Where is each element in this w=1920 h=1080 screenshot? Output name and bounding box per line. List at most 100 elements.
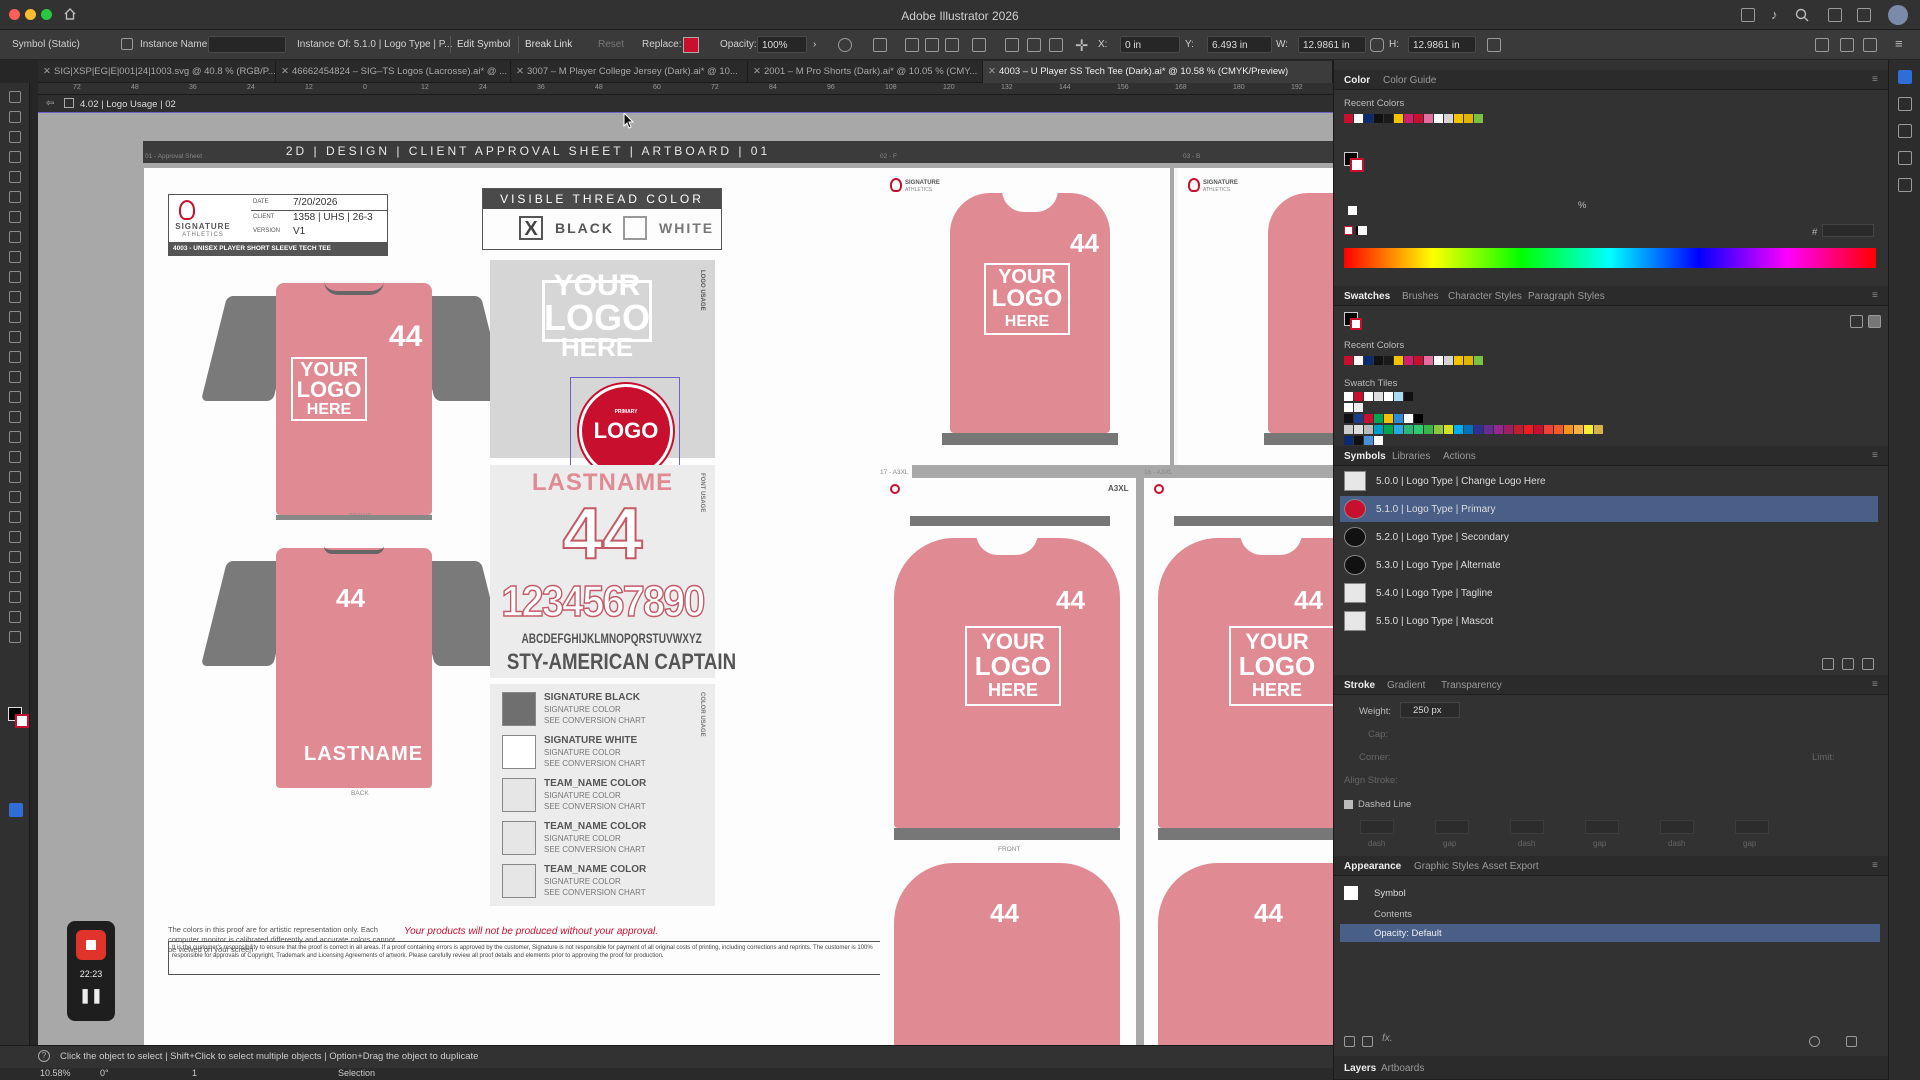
scale-tool-icon[interactable] xyxy=(9,351,21,363)
grid-view-icon[interactable] xyxy=(1868,315,1881,328)
recent-color-swatch[interactable] xyxy=(1474,356,1483,365)
panel-menu-icon[interactable]: ≡ xyxy=(1872,679,1878,690)
recent-color-swatch[interactable] xyxy=(1354,356,1363,365)
symbol-item[interactable]: 5.4.0 | Logo Type | Tagline xyxy=(1340,580,1878,606)
opacity-input[interactable]: 100% xyxy=(757,36,807,53)
recent-color-swatch[interactable] xyxy=(1414,114,1423,123)
tab-document-4[interactable]: ✕ 2001 – M Pro Shorts (Dark).ai* @ 10.05 … xyxy=(748,61,983,83)
slice-tool-icon[interactable] xyxy=(9,591,21,603)
symbol-item[interactable]: 5.3.0 | Logo Type | Alternate xyxy=(1340,552,1878,578)
new-fill-icon[interactable] xyxy=(1362,1036,1373,1047)
recent-color-swatch[interactable] xyxy=(1414,356,1423,365)
color-spectrum[interactable] xyxy=(1344,248,1876,268)
swatch-tile[interactable] xyxy=(1344,436,1353,445)
replace-symbol-swatch[interactable] xyxy=(683,37,699,53)
reset-button[interactable]: Reset xyxy=(592,36,630,53)
panels-icon[interactable] xyxy=(1857,8,1871,22)
tab-graphic-styles[interactable]: Graphic Styles xyxy=(1414,861,1479,872)
swatch-tile[interactable] xyxy=(1374,425,1383,434)
panel-menu-icon[interactable]: ≡ xyxy=(1872,860,1878,871)
front-shirt-mockup[interactable]: YOUR LOGO HERE 44 xyxy=(194,278,514,520)
magnet-icon[interactable] xyxy=(1863,38,1877,52)
x-input[interactable]: 0 in xyxy=(1120,36,1180,53)
tab-document-5[interactable]: ✕ 4003 – U Player SS Tech Tee (Dark).ai* … xyxy=(983,61,1333,83)
link-icon[interactable] xyxy=(1370,38,1384,52)
recent-color-swatch[interactable] xyxy=(1344,114,1353,123)
align-right-icon[interactable] xyxy=(945,38,959,52)
pause-icon[interactable]: ❚❚ xyxy=(67,987,115,1004)
horizontal-ruler[interactable]: 72 48 36 24 12 0 12 24 36 48 60 72 84 96 108 120 132 144 1… xyxy=(38,83,1333,95)
swatch-tile[interactable] xyxy=(1434,425,1443,434)
back-arrow-icon[interactable]: ⇦ xyxy=(46,98,54,109)
recent-color-swatch[interactable] xyxy=(1424,356,1433,365)
chevron-right-icon[interactable]: › xyxy=(813,39,816,50)
swatch-tile[interactable] xyxy=(1354,414,1363,423)
clear-appearance-icon[interactable] xyxy=(1809,1036,1820,1047)
tab-appearance[interactable]: Appearance xyxy=(1344,861,1401,872)
align-middle-icon[interactable] xyxy=(1005,38,1019,52)
stroke-color-icon[interactable] xyxy=(15,714,29,728)
swatch-tile[interactable] xyxy=(1364,414,1373,423)
artboard-16-a3xl[interactable]: YOUR LOGO HERE 44 44 xyxy=(1144,478,1333,1045)
swatch-tile[interactable] xyxy=(1344,392,1353,401)
swatch-tile[interactable] xyxy=(1384,414,1393,423)
h-input[interactable]: 12.9861 in xyxy=(1408,36,1476,53)
recolor-icon[interactable] xyxy=(838,38,852,52)
stop-recording-button[interactable] xyxy=(76,930,106,960)
tab-color-guide[interactable]: Color Guide xyxy=(1383,75,1436,86)
curvature-tool-icon[interactable] xyxy=(9,191,21,203)
screen-recording-widget[interactable]: 22:23 ❚❚ xyxy=(67,921,115,1021)
dash-input[interactable] xyxy=(1585,820,1619,834)
edit-symbol-button[interactable]: Edit Symbol xyxy=(450,36,516,53)
swatch-tile[interactable] xyxy=(1414,414,1423,423)
swatch-tile[interactable] xyxy=(1564,425,1573,434)
tab-gradient[interactable]: Gradient xyxy=(1387,680,1425,691)
tab-document-1[interactable]: ✕ SIG|XSP|EG|E|001|24|1003.svg @ 40.8 % (… xyxy=(38,61,276,83)
recent-color-swatch[interactable] xyxy=(1464,356,1473,365)
swatch-tile[interactable] xyxy=(1354,425,1363,434)
selection-tool-icon[interactable] xyxy=(9,91,21,103)
recent-color-swatch[interactable] xyxy=(1354,114,1363,123)
recent-color-swatch[interactable] xyxy=(1364,114,1373,123)
delete-symbol-icon[interactable] xyxy=(1862,658,1874,670)
symbol-options-icon[interactable] xyxy=(1822,658,1834,670)
reference-point-icon[interactable]: ✛ xyxy=(1075,36,1088,56)
swatch-tile[interactable] xyxy=(1394,425,1403,434)
swatch-tile[interactable] xyxy=(1594,425,1603,434)
swatch-tile[interactable] xyxy=(1384,392,1393,401)
panel-menu-icon[interactable]: ≡ xyxy=(1872,290,1878,301)
recent-color-swatch[interactable] xyxy=(1374,114,1383,123)
dash-input[interactable] xyxy=(1360,820,1394,834)
eraser-tool-icon[interactable] xyxy=(9,311,21,323)
stroke-swatch[interactable] xyxy=(1350,318,1362,330)
tab-layers[interactable]: Layers xyxy=(1344,1063,1376,1074)
free-transform-tool-icon[interactable] xyxy=(9,391,21,403)
align-bottom-icon[interactable] xyxy=(1027,38,1041,52)
recent-color-swatch[interactable] xyxy=(1394,356,1403,365)
zoom-tool-icon[interactable] xyxy=(9,631,21,643)
artboard-03-back[interactable]: SIGNATURE ATHLETICS xyxy=(1178,168,1333,465)
symbol-item[interactable]: 5.0.0 | Logo Type | Change Logo Here xyxy=(1340,468,1878,494)
hand-tool-icon[interactable] xyxy=(9,611,21,623)
panel-menu-icon[interactable]: ≡ xyxy=(1872,450,1878,461)
dash-input[interactable] xyxy=(1510,820,1544,834)
symbol-item[interactable]: 5.5.0 | Logo Type | Mascot xyxy=(1340,608,1878,634)
recent-color-swatch[interactable] xyxy=(1384,356,1393,365)
tab-artboards[interactable]: Artboards xyxy=(1381,1063,1424,1074)
tab-paragraph-styles[interactable]: Paragraph Styles xyxy=(1528,291,1605,302)
rectangle-tool-icon[interactable] xyxy=(9,251,21,263)
menu-icon[interactable]: ≡ xyxy=(1895,36,1903,51)
pen-tool-icon[interactable] xyxy=(9,171,21,183)
distribute-icon[interactable] xyxy=(1049,38,1063,52)
swatch-tile[interactable] xyxy=(1534,425,1543,434)
swatch-tile[interactable] xyxy=(1344,425,1353,434)
recent-color-swatch[interactable] xyxy=(1344,356,1353,365)
symbol-item[interactable]: 5.2.0 | Logo Type | Secondary xyxy=(1340,524,1878,550)
avatar[interactable] xyxy=(1888,5,1908,25)
swatch-tile[interactable] xyxy=(1404,425,1413,434)
mesh-tool-icon[interactable] xyxy=(9,451,21,463)
white-chip[interactable] xyxy=(1348,206,1357,215)
tab-stroke[interactable]: Stroke xyxy=(1344,680,1375,691)
recent-color-swatch[interactable] xyxy=(1444,114,1453,123)
swatch-tile[interactable] xyxy=(1574,425,1583,434)
